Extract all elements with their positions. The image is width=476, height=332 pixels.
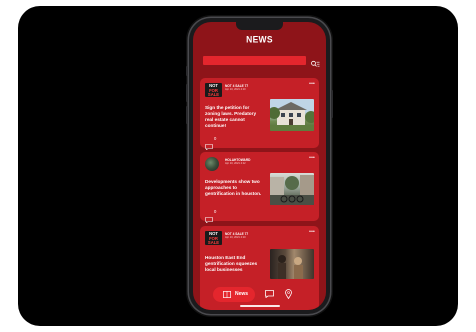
house-photo[interactable]	[270, 99, 314, 131]
comment-count: 0	[214, 209, 217, 214]
not-for-sale-logo: NOT FOR SALE	[205, 83, 222, 97]
power-button	[331, 90, 333, 118]
notch	[236, 22, 283, 30]
search-button[interactable]	[310, 56, 320, 67]
post-headline[interactable]: Sign the petition for zoning laws. Preda…	[205, 105, 263, 129]
comment-count: 0	[214, 136, 217, 141]
more-options-icon[interactable]: •••	[309, 81, 315, 87]
news-icon	[223, 291, 231, 298]
post-headline[interactable]: Developments show two approaches to gent…	[205, 179, 263, 197]
news-card[interactable]: NOT FOR SALE NOT 4 SALE 77 Apr 10, 2021 …	[200, 78, 319, 151]
post-headline[interactable]: Houston East End gentrification squeezes…	[205, 255, 263, 273]
more-options-icon[interactable]: •••	[309, 229, 315, 235]
post-date: Apr 10, 2021 4:12	[225, 162, 246, 165]
page-title: NEWS	[246, 33, 273, 45]
location-pin-icon[interactable]	[285, 289, 292, 299]
post-date: Apr 10, 2021 4:10	[225, 88, 246, 91]
not-for-sale-logo: NOT FOR SALE	[205, 231, 222, 245]
chat-icon[interactable]	[265, 290, 274, 298]
home-indicator[interactable]	[240, 305, 280, 307]
comment-icon	[205, 217, 213, 224]
avatar[interactable]	[205, 157, 219, 171]
nav-news-label: News	[235, 291, 249, 297]
phone-frame: NEWS NOT FOR SALE NOT 4 SALE 77 Apr 10, …	[186, 18, 333, 314]
volume-up-button	[186, 84, 188, 102]
event-photo[interactable]	[270, 249, 314, 279]
more-options-icon[interactable]: •••	[309, 155, 315, 161]
bottom-nav: News	[213, 287, 306, 302]
search-input[interactable]	[203, 56, 306, 65]
nav-news-tab[interactable]: News	[213, 287, 255, 302]
silent-switch	[186, 66, 188, 76]
street-photo[interactable]	[270, 173, 314, 205]
search-bar	[203, 56, 320, 67]
comment-icon	[205, 144, 213, 151]
news-card[interactable]: HOLAHTOWARD Apr 10, 2021 4:12 ••• Develo…	[200, 152, 319, 224]
comment-button[interactable]: 0	[205, 136, 217, 151]
search-filter-icon	[311, 60, 320, 67]
post-date: Apr 10, 2021 4:10	[225, 236, 246, 239]
comment-button[interactable]: 0	[205, 209, 217, 224]
app-screen: NEWS NOT FOR SALE NOT 4 SALE 77 Apr 10, …	[193, 22, 326, 310]
volume-down-button	[186, 106, 188, 124]
